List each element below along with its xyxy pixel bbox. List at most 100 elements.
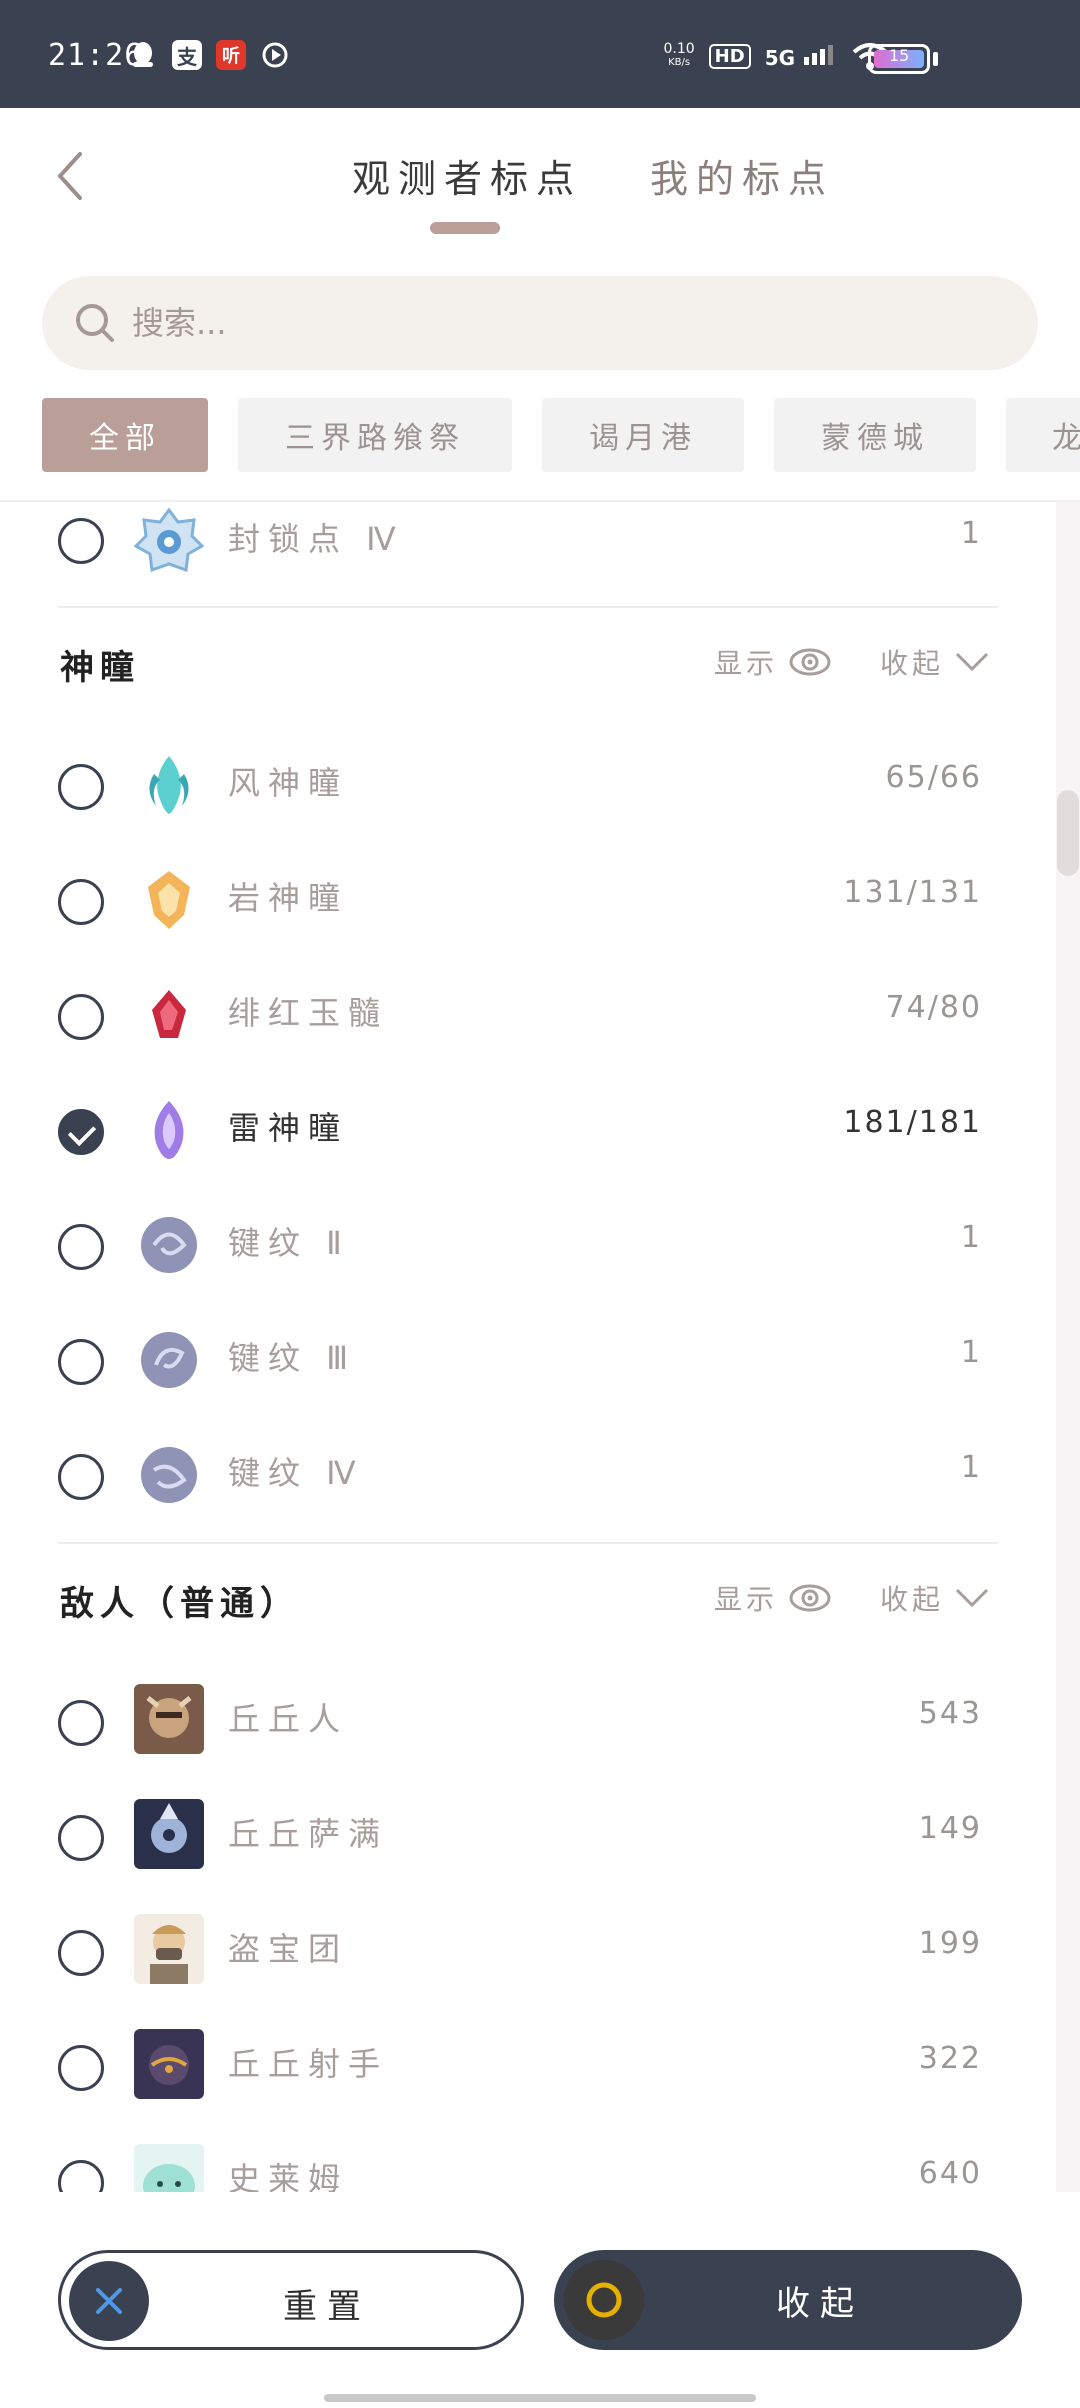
filter-chip[interactable]: 谒月港 bbox=[542, 398, 744, 472]
item-checkbox[interactable] bbox=[58, 994, 104, 1040]
item-checkbox[interactable] bbox=[58, 764, 104, 810]
item-count: 640 bbox=[918, 2156, 982, 2191]
net-speed-unit: KB/s bbox=[668, 57, 691, 68]
filter-chip-all[interactable]: 全部 bbox=[42, 398, 208, 472]
item-name: 键纹 Ⅳ bbox=[228, 1454, 364, 1492]
item-checkbox[interactable] bbox=[58, 1700, 104, 1746]
listen-app-icon: 听 bbox=[216, 40, 246, 70]
item-count: 65/66 bbox=[885, 760, 982, 795]
hilichurl-icon bbox=[134, 1684, 204, 1754]
item-checkbox[interactable] bbox=[58, 1224, 104, 1270]
scrollbar-thumb[interactable] bbox=[1057, 790, 1079, 876]
item-checkbox[interactable] bbox=[58, 2045, 104, 2091]
item-count: 322 bbox=[918, 2041, 982, 2076]
list-item[interactable]: 史莱姆 640 bbox=[0, 2126, 1000, 2192]
tab-my-markers[interactable]: 我的标点 bbox=[650, 148, 834, 203]
list-item[interactable]: 丘丘射手 322 bbox=[0, 2011, 1000, 2126]
group-show-toggle[interactable]: 显示 bbox=[714, 642, 832, 682]
active-tab-indicator bbox=[430, 222, 500, 234]
item-count: 199 bbox=[918, 1926, 982, 1961]
filter-chip[interactable]: 三界路飨祭 bbox=[238, 398, 512, 472]
item-checkbox[interactable] bbox=[58, 2160, 104, 2192]
battery-tip bbox=[933, 52, 938, 66]
scrollbar-track[interactable] bbox=[1056, 502, 1080, 2192]
geoculus-icon bbox=[148, 871, 190, 929]
group-title: 神瞳 bbox=[60, 648, 140, 688]
item-count: 74/80 bbox=[885, 990, 982, 1025]
item-count: 1 bbox=[960, 1450, 982, 1485]
group-divider bbox=[58, 1542, 998, 1544]
slime-icon bbox=[134, 2144, 204, 2192]
collapse-button[interactable]: 收起 bbox=[554, 2250, 1022, 2350]
filter-chip[interactable]: 龙 bbox=[1006, 398, 1080, 472]
show-label: 显示 bbox=[714, 1583, 779, 1616]
list-item[interactable]: 丘丘人 543 bbox=[0, 1666, 1000, 1781]
list-item[interactable]: 封锁点 Ⅳ 1 bbox=[0, 502, 1000, 617]
search-input[interactable] bbox=[132, 304, 952, 342]
list-item[interactable]: 键纹 Ⅱ 1 bbox=[0, 1190, 1000, 1305]
item-name: 丘丘人 bbox=[228, 1700, 349, 1738]
hd-badge: HD bbox=[708, 43, 751, 69]
list-item[interactable]: 雷神瞳 181/181 bbox=[0, 1075, 1000, 1190]
group-divider bbox=[58, 606, 998, 608]
home-indicator[interactable] bbox=[324, 2394, 756, 2402]
battery-percent: 15 bbox=[889, 46, 910, 65]
item-name: 绯红玉髓 bbox=[228, 994, 389, 1032]
alipay-icon: 支 bbox=[172, 40, 202, 70]
item-name: 丘丘射手 bbox=[228, 2045, 389, 2083]
item-name: 盗宝团 bbox=[228, 1930, 349, 1968]
show-label: 显示 bbox=[714, 647, 779, 680]
group-title: 敌人（普通） bbox=[60, 1584, 300, 1624]
filter-chips: 全部 三界路飨祭 谒月港 蒙德城 龙 bbox=[42, 398, 1080, 472]
item-checkbox-checked[interactable] bbox=[58, 1109, 104, 1155]
search-bar[interactable] bbox=[42, 276, 1038, 370]
group-header-enemies: 敌人（普通） 显示 收起 bbox=[0, 1554, 1000, 1644]
group-collapse-toggle[interactable]: 收起 bbox=[880, 642, 990, 682]
item-name: 键纹 Ⅱ bbox=[228, 1224, 350, 1262]
qq-icon bbox=[128, 40, 158, 70]
reset-button[interactable]: 重置 bbox=[58, 2250, 524, 2350]
status-bar: 21:26 支 听 0.10 KB/s HD 5G 15 bbox=[0, 0, 1080, 108]
item-checkbox[interactable] bbox=[58, 518, 104, 564]
list-item[interactable]: 盗宝团 199 bbox=[0, 1896, 1000, 2011]
list-item[interactable]: 丘丘萨满 149 bbox=[0, 1781, 1000, 1896]
item-checkbox[interactable] bbox=[58, 1815, 104, 1861]
item-name: 雷神瞳 bbox=[228, 1109, 349, 1147]
back-button[interactable] bbox=[50, 146, 100, 206]
anemoculus-icon bbox=[149, 756, 189, 814]
list-item[interactable]: 键纹 Ⅳ 1 bbox=[0, 1420, 1000, 1535]
item-count: 181/181 bbox=[843, 1105, 982, 1140]
tab-observer-markers[interactable]: 观测者标点 bbox=[352, 148, 582, 203]
ring-icon bbox=[586, 2282, 622, 2318]
item-name: 键纹 Ⅲ bbox=[228, 1339, 357, 1377]
treasure-hoarder-icon bbox=[134, 1914, 204, 1984]
list-item[interactable]: 键纹 Ⅲ 1 bbox=[0, 1305, 1000, 1420]
net-speed-value: 0.10 bbox=[663, 41, 695, 57]
key-sigil-icon bbox=[141, 1217, 197, 1273]
collapse-label: 收起 bbox=[880, 647, 945, 680]
item-checkbox[interactable] bbox=[58, 1454, 104, 1500]
list-item[interactable]: 风神瞳 65/66 bbox=[0, 730, 1000, 845]
collapse-label: 收起 bbox=[880, 1583, 945, 1616]
item-count: 149 bbox=[918, 1811, 982, 1846]
marker-list[interactable]: 封锁点 Ⅳ 1 神瞳 显示 收起 风神瞳 65/66 岩神瞳 131/131 绯… bbox=[0, 502, 1060, 2192]
item-checkbox[interactable] bbox=[58, 1339, 104, 1385]
chevron-left-icon bbox=[57, 152, 82, 200]
item-name: 史莱姆 bbox=[228, 2160, 349, 2192]
item-checkbox[interactable] bbox=[58, 1930, 104, 1976]
list-item[interactable]: 岩神瞳 131/131 bbox=[0, 845, 1000, 960]
eye-icon bbox=[789, 648, 831, 676]
ring-icon-circle bbox=[564, 2260, 644, 2340]
group-show-toggle[interactable]: 显示 bbox=[714, 1578, 832, 1618]
signal-label: 5G bbox=[764, 45, 796, 70]
signal-bars-icon bbox=[804, 44, 833, 65]
signal-5g: 5G bbox=[765, 43, 836, 70]
group-collapse-toggle[interactable]: 收起 bbox=[880, 1578, 990, 1618]
key-sigil-icon bbox=[141, 1447, 197, 1503]
list-item[interactable]: 绯红玉髓 74/80 bbox=[0, 960, 1000, 1075]
electroculus-icon bbox=[154, 1101, 184, 1159]
chevron-down-icon bbox=[955, 652, 989, 672]
net-speed: 0.10 KB/s bbox=[664, 42, 695, 70]
filter-chip[interactable]: 蒙德城 bbox=[774, 398, 976, 472]
item-checkbox[interactable] bbox=[58, 879, 104, 925]
